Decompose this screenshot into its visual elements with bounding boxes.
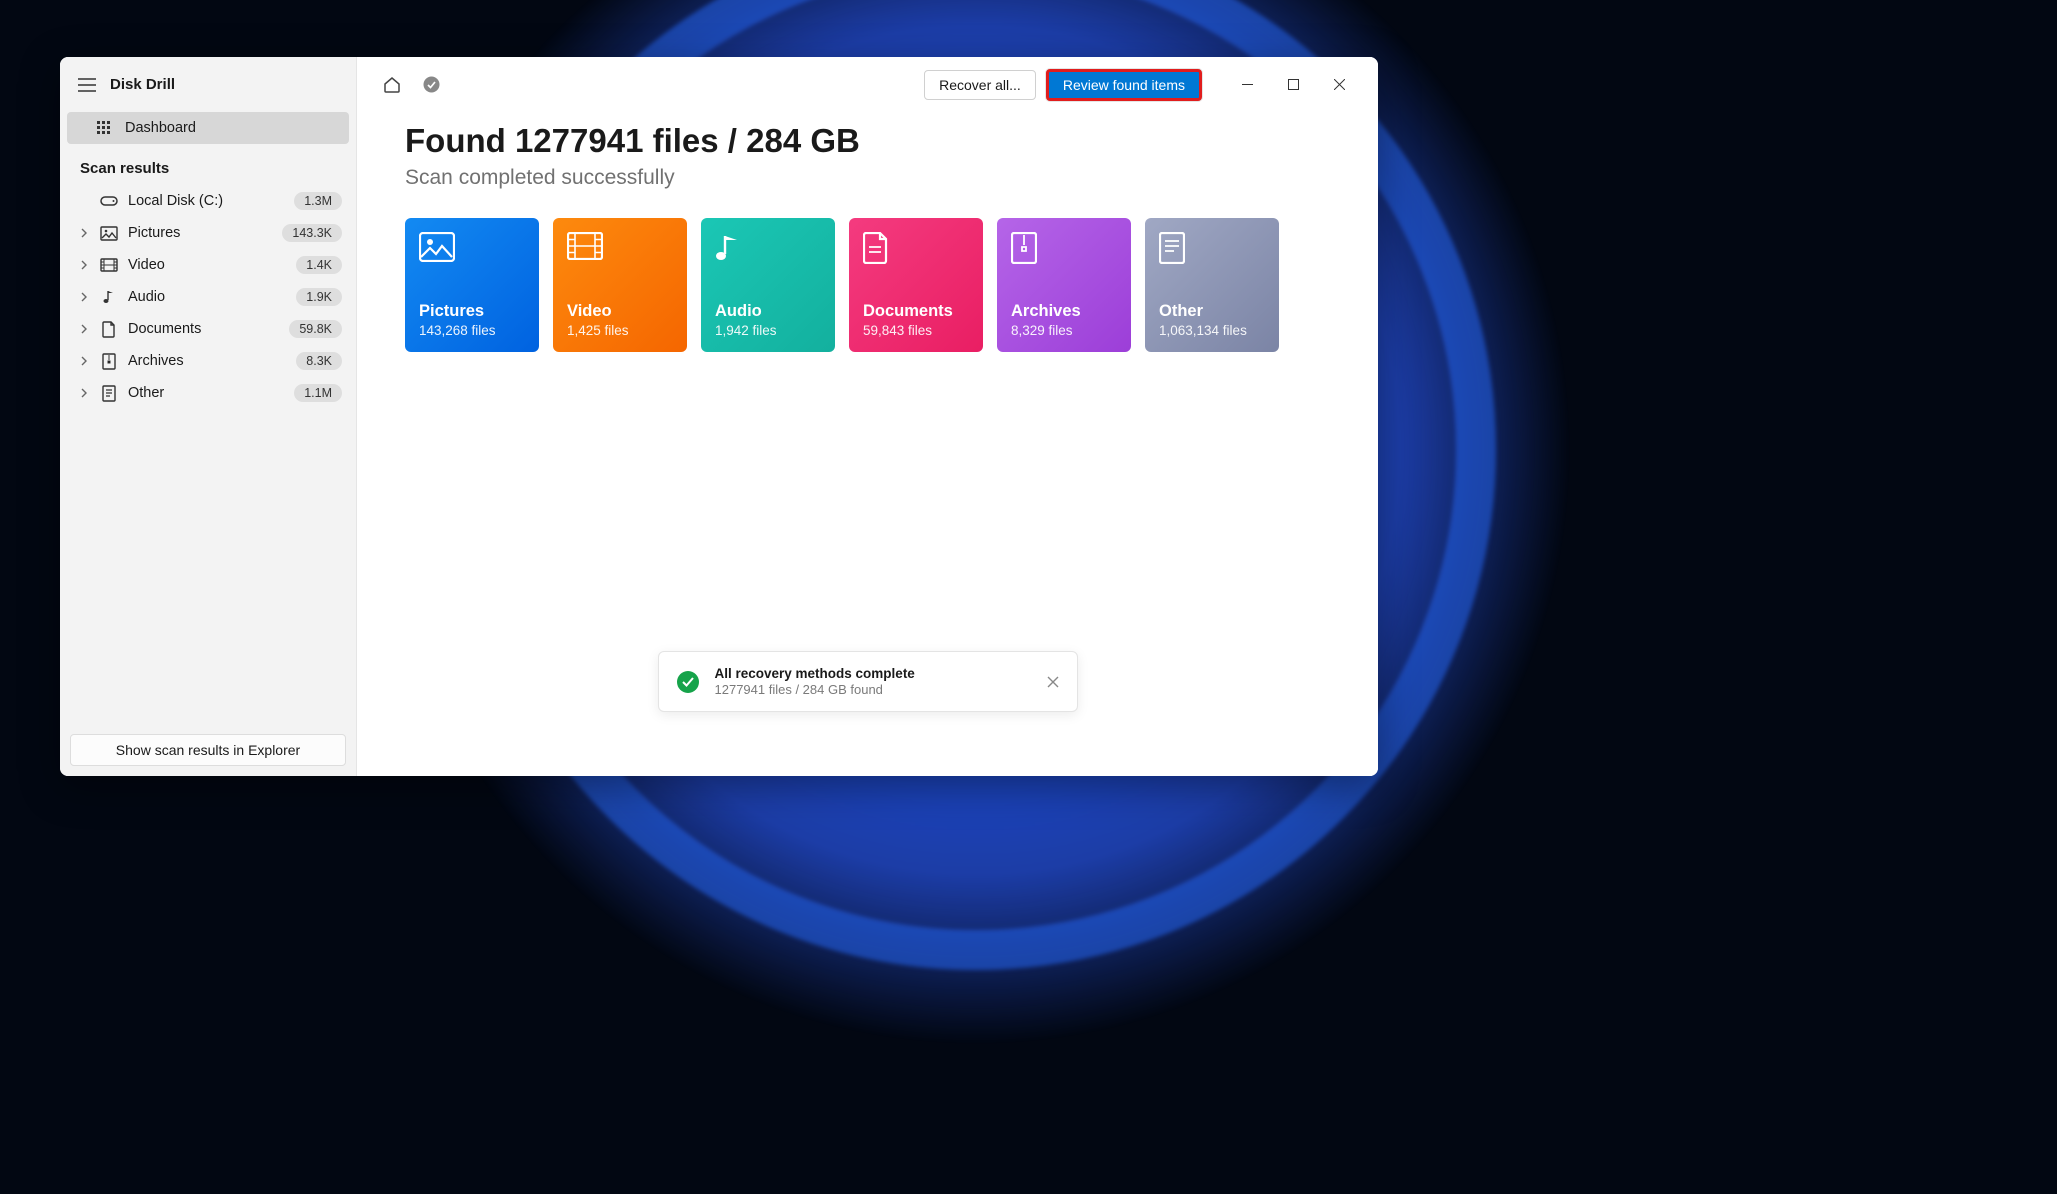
sidebar-item-pictures[interactable]: Pictures 143.3K — [60, 217, 356, 249]
review-found-items-button[interactable]: Review found items — [1046, 69, 1202, 101]
film-icon — [567, 232, 673, 278]
card-audio[interactable]: Audio 1,942 files — [701, 218, 835, 352]
card-count: 1,425 files — [567, 323, 673, 338]
spacer — [80, 196, 90, 206]
count-badge: 1.4K — [296, 256, 342, 274]
home-icon[interactable] — [383, 76, 401, 93]
card-count: 59,843 files — [863, 323, 969, 338]
card-title: Video — [567, 302, 673, 321]
chevron-right-icon — [80, 388, 90, 398]
card-other[interactable]: Other 1,063,134 files — [1145, 218, 1279, 352]
chevron-right-icon — [80, 356, 90, 366]
sidebar-header: Disk Drill — [60, 57, 356, 112]
music-note-icon — [715, 232, 821, 278]
card-archives[interactable]: Archives 8,329 files — [997, 218, 1131, 352]
toolbar-right: Recover all... Review found items — [924, 69, 1362, 101]
page-heading: Found 1277941 files / 284 GB — [405, 122, 1330, 160]
card-documents[interactable]: Documents 59,843 files — [849, 218, 983, 352]
close-button[interactable] — [1316, 69, 1362, 101]
music-note-icon — [100, 288, 118, 306]
count-badge: 143.3K — [282, 224, 342, 242]
chevron-right-icon — [80, 292, 90, 302]
document-icon — [863, 232, 969, 278]
sidebar-item-label: Documents — [128, 321, 279, 337]
file-icon — [100, 384, 118, 402]
sidebar-item-label: Archives — [128, 353, 286, 369]
toast-body: All recovery methods complete 1277941 fi… — [715, 666, 1031, 697]
page-subheading: Scan completed successfully — [405, 166, 1330, 190]
app-window: Disk Drill Dashboard Scan results Local … — [60, 57, 1378, 776]
sidebar-item-documents[interactable]: Documents 59.8K — [60, 313, 356, 345]
image-icon — [100, 224, 118, 242]
card-title: Documents — [863, 302, 969, 321]
minimize-button[interactable] — [1224, 69, 1270, 101]
sidebar-item-archives[interactable]: Archives 8.3K — [60, 345, 356, 377]
card-pictures[interactable]: Pictures 143,268 files — [405, 218, 539, 352]
checkmark-circle-icon[interactable] — [423, 76, 440, 93]
dashboard-label: Dashboard — [125, 120, 196, 136]
sidebar-nav: Dashboard — [60, 112, 356, 144]
hamburger-icon[interactable] — [78, 78, 96, 92]
image-icon — [419, 232, 525, 278]
card-video[interactable]: Video 1,425 files — [553, 218, 687, 352]
window-controls — [1224, 69, 1362, 101]
sidebar-item-disk[interactable]: Local Disk (C:) 1.3M — [60, 185, 356, 217]
sidebar-item-label: Audio — [128, 289, 286, 305]
count-badge: 1.9K — [296, 288, 342, 306]
card-title: Archives — [1011, 302, 1117, 321]
sidebar-item-dashboard[interactable]: Dashboard — [67, 112, 349, 144]
sidebar-item-other[interactable]: Other 1.1M — [60, 377, 356, 409]
sidebar-item-label: Other — [128, 385, 284, 401]
disk-icon — [100, 192, 118, 210]
toolbar-left — [383, 76, 440, 93]
scan-results-label: Scan results — [60, 144, 356, 185]
count-badge: 59.8K — [289, 320, 342, 338]
archive-icon — [1011, 232, 1117, 278]
chevron-right-icon — [80, 228, 90, 238]
show-in-explorer-button[interactable]: Show scan results in Explorer — [70, 734, 346, 766]
document-icon — [100, 320, 118, 338]
sidebar-item-label: Pictures — [128, 225, 272, 241]
sidebar: Disk Drill Dashboard Scan results Local … — [60, 57, 357, 776]
card-count: 143,268 files — [419, 323, 525, 338]
chevron-right-icon — [80, 260, 90, 270]
category-cards: Pictures 143,268 files Video 1,425 files… — [405, 218, 1330, 352]
recover-all-button[interactable]: Recover all... — [924, 70, 1036, 100]
success-check-icon — [677, 671, 699, 693]
sidebar-item-audio[interactable]: Audio 1.9K — [60, 281, 356, 313]
card-title: Other — [1159, 302, 1265, 321]
archive-icon — [100, 352, 118, 370]
sidebar-item-label: Local Disk (C:) — [128, 193, 284, 209]
toast-sub: 1277941 files / 284 GB found — [715, 682, 1031, 697]
content: Found 1277941 files / 284 GB Scan comple… — [357, 112, 1378, 776]
main-area: Recover all... Review found items Found … — [357, 57, 1378, 776]
card-count: 8,329 files — [1011, 323, 1117, 338]
maximize-button[interactable] — [1270, 69, 1316, 101]
toast-notification: All recovery methods complete 1277941 fi… — [658, 651, 1078, 712]
grid-icon — [97, 121, 111, 135]
count-badge: 1.3M — [294, 192, 342, 210]
chevron-right-icon — [80, 324, 90, 334]
sidebar-item-label: Video — [128, 257, 286, 273]
card-title: Pictures — [419, 302, 525, 321]
card-count: 1,063,134 files — [1159, 323, 1265, 338]
film-icon — [100, 256, 118, 274]
sidebar-footer: Show scan results in Explorer — [60, 724, 356, 776]
card-count: 1,942 files — [715, 323, 821, 338]
toolbar: Recover all... Review found items — [357, 57, 1378, 112]
app-title: Disk Drill — [110, 76, 175, 93]
toast-title: All recovery methods complete — [715, 666, 1031, 681]
sidebar-item-video[interactable]: Video 1.4K — [60, 249, 356, 281]
toast-close-button[interactable] — [1047, 676, 1059, 688]
card-title: Audio — [715, 302, 821, 321]
count-badge: 1.1M — [294, 384, 342, 402]
count-badge: 8.3K — [296, 352, 342, 370]
file-icon — [1159, 232, 1265, 278]
